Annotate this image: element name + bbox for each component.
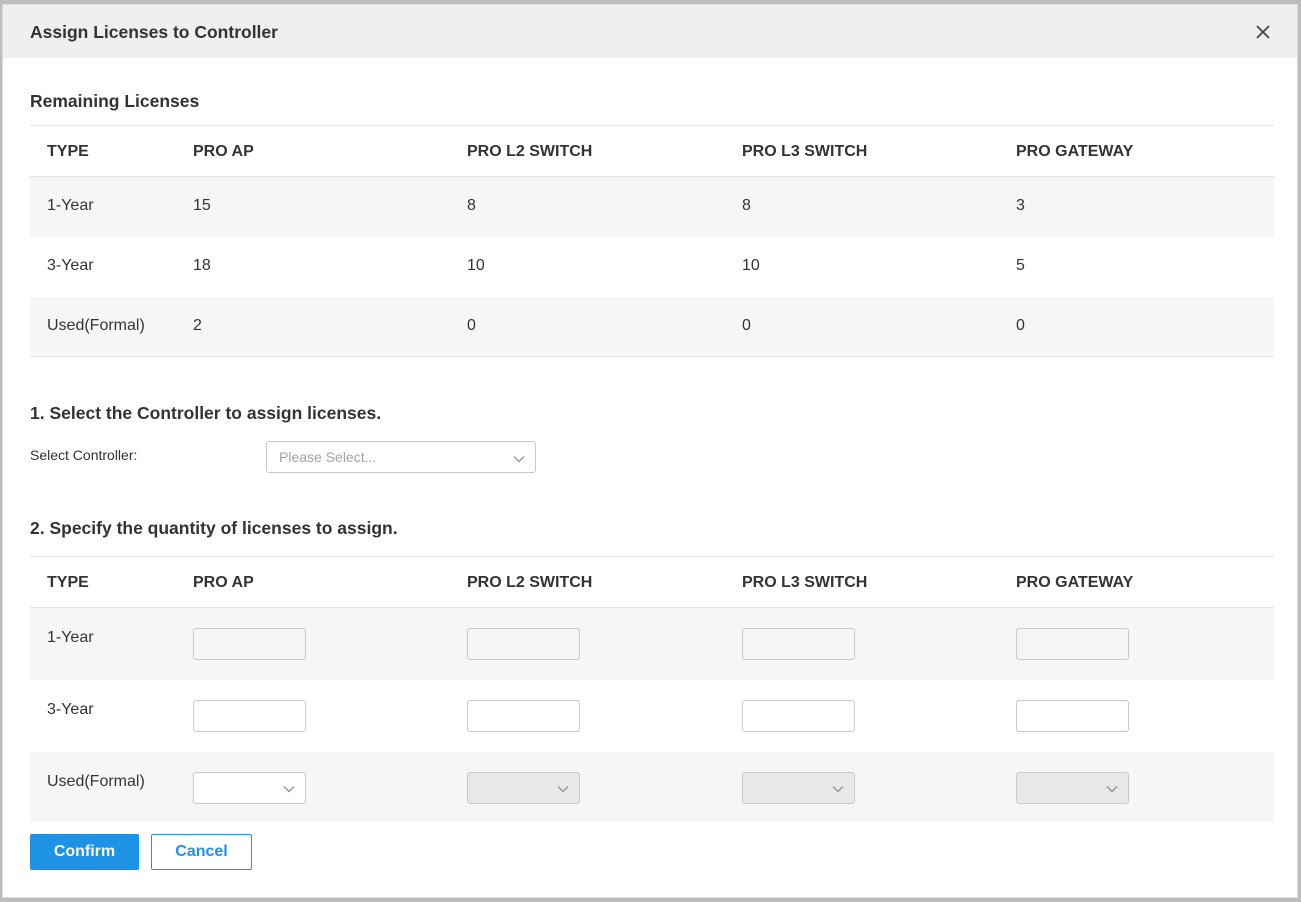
confirm-button[interactable]: Confirm (30, 834, 139, 870)
table-row: 3-Year (30, 680, 1274, 752)
remaining-licenses-table: TYPE PRO AP PRO L2 SWITCH PRO L3 SWITCH … (30, 125, 1274, 357)
cell-value: 0 (467, 317, 476, 334)
cell-value: 15 (193, 197, 211, 214)
table-header-row: TYPE PRO AP PRO L2 SWITCH PRO L3 SWITCH … (30, 556, 1274, 608)
header-pro-l2-switch: PRO L2 SWITCH (467, 574, 593, 591)
cell-value: 3 (1016, 197, 1025, 214)
row-type-label: 1-Year (47, 629, 94, 646)
pro-l2-switch-1year-input[interactable] (467, 628, 580, 660)
cell-value: 0 (1016, 317, 1025, 334)
cell-value: 2 (193, 317, 202, 334)
pro-gateway-1year-input[interactable] (1016, 628, 1129, 660)
dialog-header: Assign Licenses to Controller (3, 5, 1297, 58)
cell-value: 10 (742, 257, 760, 274)
chevron-down-icon (832, 782, 844, 794)
remaining-licenses-title: Remaining Licenses (30, 91, 200, 111)
header-pro-l2-switch: PRO L2 SWITCH (467, 143, 593, 160)
chevron-down-icon (1106, 782, 1118, 794)
row-type-label: 1-Year (47, 197, 94, 214)
step1-title: 1. Select the Controller to assign licen… (30, 403, 382, 423)
cancel-button[interactable]: Cancel (151, 834, 252, 870)
chevron-down-icon (513, 452, 525, 464)
cell-value: 8 (742, 197, 751, 214)
row-type-label: Used(Formal) (47, 317, 145, 334)
pro-l3-switch-used-select[interactable] (742, 772, 855, 804)
step2-title: 2. Specify the quantity of licenses to a… (30, 518, 398, 538)
header-pro-gateway: PRO GATEWAY (1016, 143, 1134, 160)
pro-gateway-3year-input[interactable] (1016, 700, 1129, 732)
row-type-label: Used(Formal) (47, 773, 145, 790)
header-pro-l3-switch: PRO L3 SWITCH (742, 574, 868, 591)
cell-value: 5 (1016, 257, 1025, 274)
cell-value: 10 (467, 257, 485, 274)
table-row: 1-Year 15 8 8 3 (30, 177, 1274, 237)
pro-ap-used-select[interactable] (193, 772, 306, 804)
row-type-label: 3-Year (47, 701, 94, 718)
table-row: Used(Formal) 2 0 0 0 (30, 297, 1274, 357)
pro-ap-3year-input[interactable] (193, 700, 306, 732)
cell-value: 8 (467, 197, 476, 214)
header-pro-ap: PRO AP (193, 574, 254, 591)
header-pro-ap: PRO AP (193, 143, 254, 160)
header-pro-l3-switch: PRO L3 SWITCH (742, 143, 868, 160)
table-row: 1-Year (30, 608, 1274, 680)
pro-l3-switch-1year-input[interactable] (742, 628, 855, 660)
controller-select-placeholder: Please Select... (279, 449, 377, 465)
row-type-label: 3-Year (47, 257, 94, 274)
assign-licenses-dialog: Assign Licenses to Controller Remaining … (2, 4, 1298, 898)
table-row: 3-Year 18 10 10 5 (30, 237, 1274, 297)
dialog-title: Assign Licenses to Controller (30, 22, 278, 42)
license-quantity-table: TYPE PRO AP PRO L2 SWITCH PRO L3 SWITCH … (30, 556, 1274, 822)
select-controller-label: Select Controller: (30, 447, 138, 463)
cell-value: 18 (193, 257, 211, 274)
chevron-down-icon (283, 782, 295, 794)
pro-l2-switch-3year-input[interactable] (467, 700, 580, 732)
table-header-row: TYPE PRO AP PRO L2 SWITCH PRO L3 SWITCH … (30, 125, 1274, 177)
pro-gateway-used-select[interactable] (1016, 772, 1129, 804)
cell-value: 0 (742, 317, 751, 334)
header-type: TYPE (47, 574, 89, 591)
pro-l2-switch-used-select[interactable] (467, 772, 580, 804)
pro-l3-switch-3year-input[interactable] (742, 700, 855, 732)
chevron-down-icon (557, 782, 569, 794)
header-pro-gateway: PRO GATEWAY (1016, 574, 1134, 591)
close-icon[interactable] (1254, 23, 1272, 41)
table-row: Used(Formal) (30, 752, 1274, 822)
controller-select[interactable]: Please Select... (266, 441, 536, 473)
pro-ap-1year-input[interactable] (193, 628, 306, 660)
header-type: TYPE (47, 143, 89, 160)
